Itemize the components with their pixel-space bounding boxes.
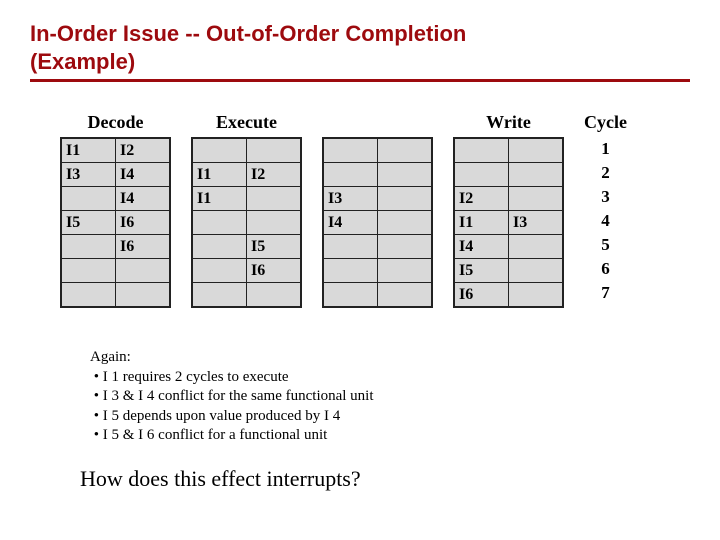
table-row (454, 138, 563, 163)
table-row (192, 138, 301, 163)
table-row: I6 (61, 235, 170, 259)
execute-stage-extra: I3 I4 (322, 112, 433, 308)
cycle-table: 1 2 3 4 5 6 7 (589, 137, 621, 305)
table-row: 1 (589, 137, 621, 161)
table-row: I5I6 (61, 211, 170, 235)
table-row: I4 (454, 235, 563, 259)
note-line: • I 5 depends upon value produced by I 4 (90, 407, 690, 427)
table-row (323, 283, 432, 308)
title-line-1: In-Order Issue -- Out-of-Order Completio… (30, 21, 466, 46)
table-row: I1I2 (61, 138, 170, 163)
table-row: I1 (192, 187, 301, 211)
cycle-stage: Cycle 1 2 3 4 5 6 7 (584, 112, 627, 305)
table-row: 2 (589, 161, 621, 185)
table-row: I4 (61, 187, 170, 211)
note-line: • I 5 & I 6 conflict for a functional un… (90, 426, 690, 446)
table-row: I2 (454, 187, 563, 211)
table-row: I6 (192, 259, 301, 283)
table-row (323, 235, 432, 259)
note-line: • I 3 & I 4 conflict for the same functi… (90, 387, 690, 407)
table-row: I6 (454, 283, 563, 308)
title-line-2: (Example) (30, 49, 135, 74)
table-row: I5 (454, 259, 563, 283)
title-underline (30, 79, 690, 82)
table-row (61, 283, 170, 308)
execute-extra-header (375, 112, 380, 133)
write-stage: Write I2 I1I3 I4 I5 I6 (453, 112, 564, 308)
execute-stage: Execute I1I2 I1 I5 I6 (191, 112, 302, 308)
table-row: 3 (589, 185, 621, 209)
table-row: I1I2 (192, 163, 301, 187)
table-row: I3I4 (61, 163, 170, 187)
decode-table: I1I2 I3I4 I4 I5I6 I6 (60, 137, 171, 308)
question-text: How does this effect interrupts? (80, 466, 690, 492)
write-header: Write (486, 112, 531, 133)
table-row: 4 (589, 209, 621, 233)
pipeline-tables: Decode I1I2 I3I4 I4 I5I6 I6 Execute I1I2… (60, 112, 690, 308)
table-row: I4 (323, 211, 432, 235)
decode-stage: Decode I1I2 I3I4 I4 I5I6 I6 (60, 112, 171, 308)
table-row (323, 138, 432, 163)
execute-extra-table: I3 I4 (322, 137, 433, 308)
table-row: 7 (589, 281, 621, 305)
table-row (192, 283, 301, 308)
slide-title: In-Order Issue -- Out-of-Order Completio… (30, 20, 690, 75)
table-row (61, 259, 170, 283)
table-row: I1I3 (454, 211, 563, 235)
table-row: I5 (192, 235, 301, 259)
table-row (323, 163, 432, 187)
decode-header: Decode (88, 112, 144, 133)
table-row (454, 163, 563, 187)
table-row: 6 (589, 257, 621, 281)
table-row (192, 211, 301, 235)
execute-table-a: I1I2 I1 I5 I6 (191, 137, 302, 308)
table-row: 5 (589, 233, 621, 257)
note-line: • I 1 requires 2 cycles to execute (90, 368, 690, 388)
table-row (323, 259, 432, 283)
write-table: I2 I1I3 I4 I5 I6 (453, 137, 564, 308)
notes-heading: Again: (90, 348, 690, 368)
execute-header: Execute (216, 112, 277, 133)
table-row: I3 (323, 187, 432, 211)
notes-block: Again: • I 1 requires 2 cycles to execut… (90, 348, 690, 446)
cycle-header: Cycle (584, 112, 627, 133)
